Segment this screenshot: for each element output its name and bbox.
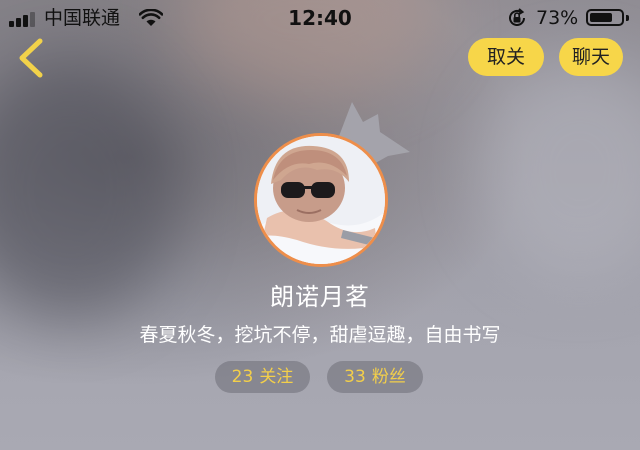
orientation-lock-icon [509, 8, 525, 26]
chevron-left-icon [19, 38, 43, 78]
battery-level-fill [590, 13, 612, 22]
unfollow-button[interactable]: 取关 [468, 38, 544, 76]
battery-percentage: 73% [536, 7, 579, 29]
battery-tip [626, 15, 629, 21]
battery-icon [586, 9, 624, 26]
followers-count[interactable]: 33 粉丝 [327, 361, 423, 393]
following-label: 关注 [259, 367, 294, 387]
profile-bio: 春夏秋冬，挖坑不停，甜虐逗趣，自由书写 [139, 324, 501, 346]
following-count[interactable]: 23 关注 [215, 361, 310, 393]
profile-screen: 中国联通 12:40 73% 取关 聊天 朗诺月茗 春夏秋冬，挖坑不停，甜虐逗趣… [0, 0, 640, 450]
back-button[interactable] [12, 36, 52, 80]
chat-button[interactable]: 聊天 [559, 38, 623, 76]
background-blur [480, 60, 640, 280]
background-blur [0, 60, 180, 320]
status-bar: 中国联通 12:40 73% [0, 0, 640, 36]
followers-label: 粉丝 [371, 367, 406, 387]
username: 朗诺月茗 [270, 283, 370, 311]
following-count-value: 23 [231, 367, 254, 387]
avatar[interactable] [254, 133, 388, 267]
avatar-photo [257, 136, 385, 264]
followers-count-value: 33 [344, 367, 366, 387]
